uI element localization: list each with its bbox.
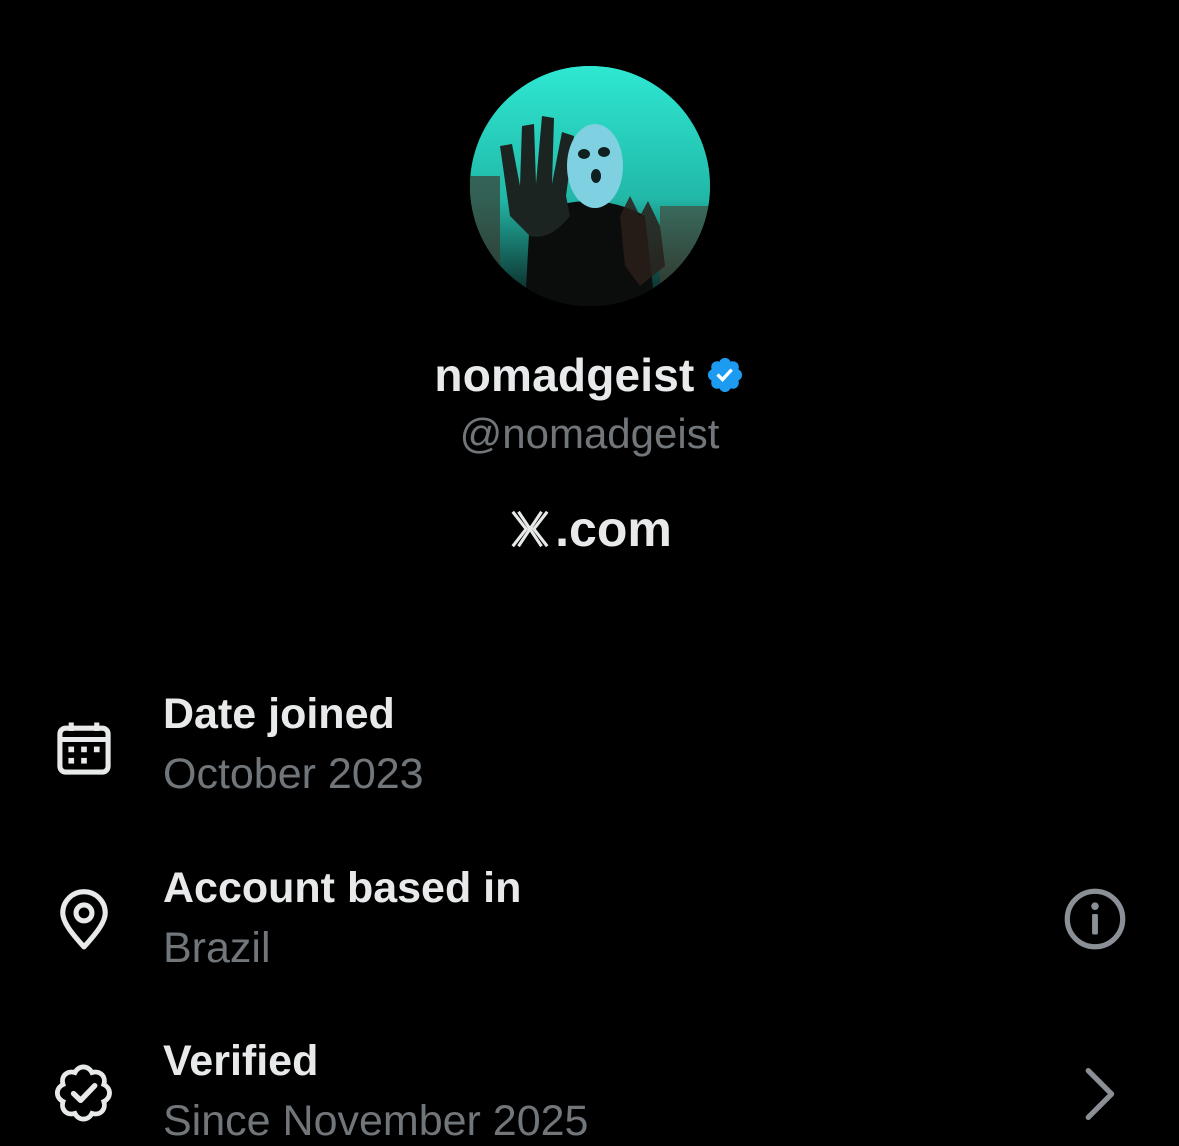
avatar-image <box>470 66 710 306</box>
profile-name-row: nomadgeist <box>0 348 1179 402</box>
verified-outline-icon <box>54 1064 112 1122</box>
verified-label: Verified <box>163 1037 319 1085</box>
site-domain: .com <box>0 500 1179 558</box>
info-icon[interactable] <box>1060 884 1130 954</box>
site-domain-text: .com <box>555 501 672 557</box>
about-row-date-joined: Date joined October 2023 <box>0 690 1179 810</box>
calendar-icon <box>57 722 111 775</box>
account-based-in-value: Brazil <box>163 924 271 972</box>
display-name: nomadgeist <box>434 349 695 401</box>
verified-badge-icon[interactable] <box>705 355 745 395</box>
avatar[interactable] <box>470 66 710 306</box>
account-based-in-label: Account based in <box>163 864 522 912</box>
x-logo-icon <box>511 510 549 548</box>
verified-value: Since November 2025 <box>163 1097 589 1145</box>
date-joined-label: Date joined <box>163 690 395 738</box>
handle: @nomadgeist <box>459 410 720 457</box>
about-row-verified[interactable]: Verified Since November 2025 <box>0 1037 1179 1145</box>
location-pin-icon <box>60 889 108 950</box>
date-joined-value: October 2023 <box>163 750 424 798</box>
chevron-right-icon[interactable] <box>1062 1059 1132 1129</box>
about-row-account-based-in: Account based in Brazil <box>0 864 1179 984</box>
